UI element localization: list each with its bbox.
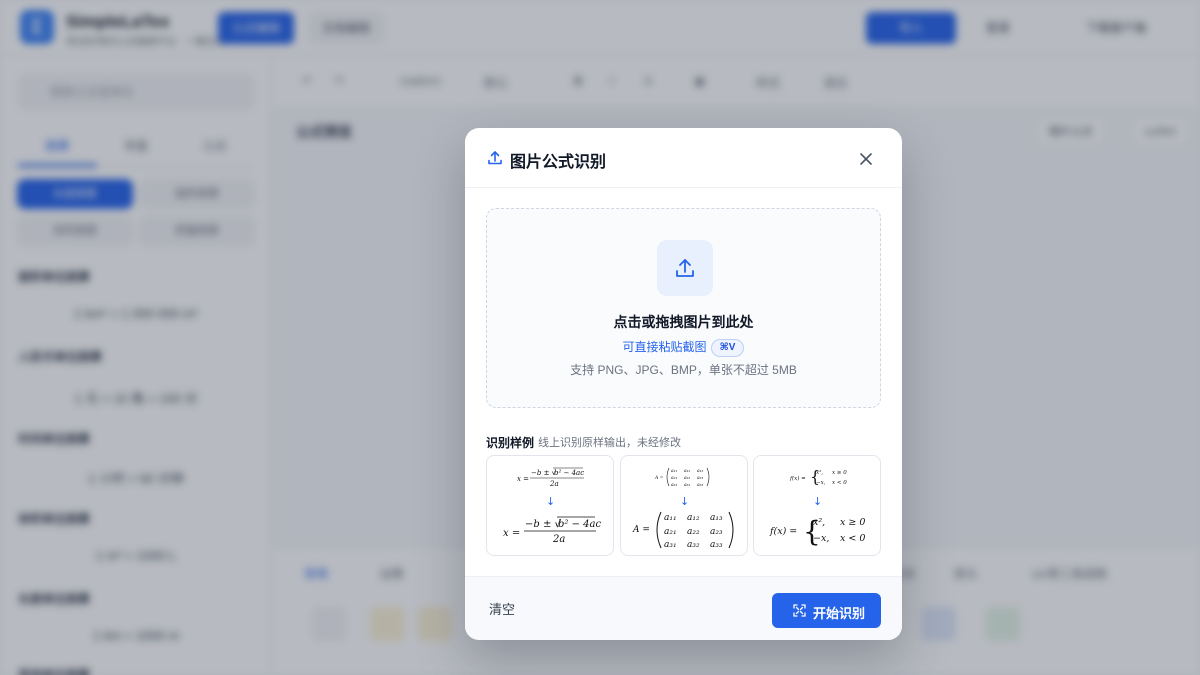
svg-text:a₁₁: a₁₁ xyxy=(671,469,677,474)
svg-text:a₁₁: a₁₁ xyxy=(664,513,677,523)
example-card-matrix[interactable]: A = a₁₁ a₁₂ a₁₃ a₂₁ a₂₂ a₂₃ a₃₁ a₃₂ a₃₃ ↓ A = … xyxy=(620,455,748,556)
svg-text:a₁₃: a₁₃ xyxy=(710,513,723,523)
scan-icon xyxy=(793,604,806,617)
svg-text:a₃₃: a₃₃ xyxy=(710,540,723,550)
dialog-title: 图片公式识别 xyxy=(510,154,607,171)
upload-icon xyxy=(488,151,502,165)
svg-text:x²,: x², xyxy=(813,517,825,528)
image-formula-recognition-dialog: 图片公式识别 点击或拖拽图片到此处 可直接粘贴截图 ⌘V 支持 PNG、JPG、B… xyxy=(465,128,902,640)
examples-subtitle: 线上识别原样输出，未经修改 xyxy=(538,437,681,449)
svg-text:a₃₂: a₃₂ xyxy=(687,540,700,550)
svg-text:a₁₃: a₁₃ xyxy=(697,469,703,474)
svg-text:−x,: −x, xyxy=(816,480,826,486)
paste-hint: 可直接粘贴截图 ⌘V xyxy=(487,338,880,357)
svg-text:a₃₁: a₃₁ xyxy=(671,483,677,488)
svg-text:−b ± √: −b ± √ xyxy=(525,519,562,530)
svg-text:2a: 2a xyxy=(552,534,565,545)
example-card-quadratic[interactable]: x = −b ± √ b² − 4ac 2a ↓ x = −b ± √ b² −… xyxy=(486,455,614,556)
svg-text:a₂₁: a₂₁ xyxy=(671,476,677,481)
svg-text:↓: ↓ xyxy=(546,495,555,508)
svg-text:a₂₃: a₂₃ xyxy=(697,476,703,481)
svg-text:x²,: x², xyxy=(816,469,823,476)
image-dropzone[interactable]: 点击或拖拽图片到此处 可直接粘贴截图 ⌘V 支持 PNG、JPG、BMP，单张不超… xyxy=(486,208,881,408)
dropzone-title: 点击或拖拽图片到此处 xyxy=(613,314,754,330)
svg-text:−x,: −x, xyxy=(813,533,829,544)
clear-button[interactable]: 清空 xyxy=(489,599,515,618)
svg-text:↓: ↓ xyxy=(680,495,689,508)
dialog-footer: 清空 开始识别 xyxy=(465,576,902,640)
svg-text:f(x) =: f(x) = xyxy=(789,475,806,482)
svg-text:a₂₁: a₂₁ xyxy=(664,527,677,537)
svg-text:a₁₂: a₁₂ xyxy=(687,513,700,523)
svg-text:a₂₂: a₂₂ xyxy=(687,527,700,537)
matrix-preview: A = a₁₁ a₁₂ a₁₃ a₂₁ a₂₂ a₂₃ a₃₁ a₃₂ a₃₃ ↓ A = … xyxy=(632,467,734,550)
start-recognition-button[interactable]: 开始识别 xyxy=(772,593,881,628)
quadratic-formula-preview: x = −b ± √ b² − 4ac 2a ↓ x = −b ± √ b² −… xyxy=(503,467,601,545)
close-icon[interactable] xyxy=(854,147,878,171)
svg-text:a₃₁: a₃₁ xyxy=(664,540,677,550)
svg-text:A =: A = xyxy=(632,525,650,535)
svg-text:x < 0: x < 0 xyxy=(832,480,847,486)
examples-label: 识别样例 xyxy=(486,436,535,450)
svg-text:a₂₂: a₂₂ xyxy=(684,476,690,481)
svg-text:a₃₂: a₃₂ xyxy=(684,483,690,488)
svg-text:a₁₂: a₁₂ xyxy=(684,469,690,474)
svg-text:f(x) =: f(x) = xyxy=(769,526,797,537)
svg-text:x =: x = xyxy=(503,528,520,539)
example-card-piecewise[interactable]: f(x) = { x², x ≥ 0 −x, x < 0 ↓ f(x) = { x²… xyxy=(753,455,881,556)
svg-text:x =: x = xyxy=(517,475,529,483)
paste-shortcut-badge: ⌘V xyxy=(710,338,745,357)
svg-text:↓: ↓ xyxy=(813,495,822,508)
formats-hint: 支持 PNG、JPG、BMP，单张不超过 5MB xyxy=(570,363,797,377)
start-recognition-label: 开始识别 xyxy=(813,606,866,621)
svg-text:x ≥ 0: x ≥ 0 xyxy=(832,470,847,476)
paste-hint-text: 可直接粘贴截图 xyxy=(622,340,707,354)
svg-text:a₃₃: a₃₃ xyxy=(697,483,703,488)
svg-text:b² − 4ac: b² − 4ac xyxy=(554,469,584,477)
upload-icon xyxy=(676,259,694,277)
dialog-header: 图片公式识别 xyxy=(465,128,902,188)
svg-text:x ≥ 0: x ≥ 0 xyxy=(840,517,865,528)
svg-text:a₂₃: a₂₃ xyxy=(710,527,723,537)
upload-icon-box xyxy=(657,240,713,296)
svg-text:−b ± √: −b ± √ xyxy=(531,469,557,477)
svg-text:A =: A = xyxy=(654,475,664,481)
svg-text:b² − 4ac: b² − 4ac xyxy=(558,519,601,530)
svg-text:2a: 2a xyxy=(549,480,559,488)
svg-text:x < 0: x < 0 xyxy=(840,533,865,544)
piecewise-preview: f(x) = { x², x ≥ 0 −x, x < 0 ↓ f(x) = { x²… xyxy=(769,467,865,548)
